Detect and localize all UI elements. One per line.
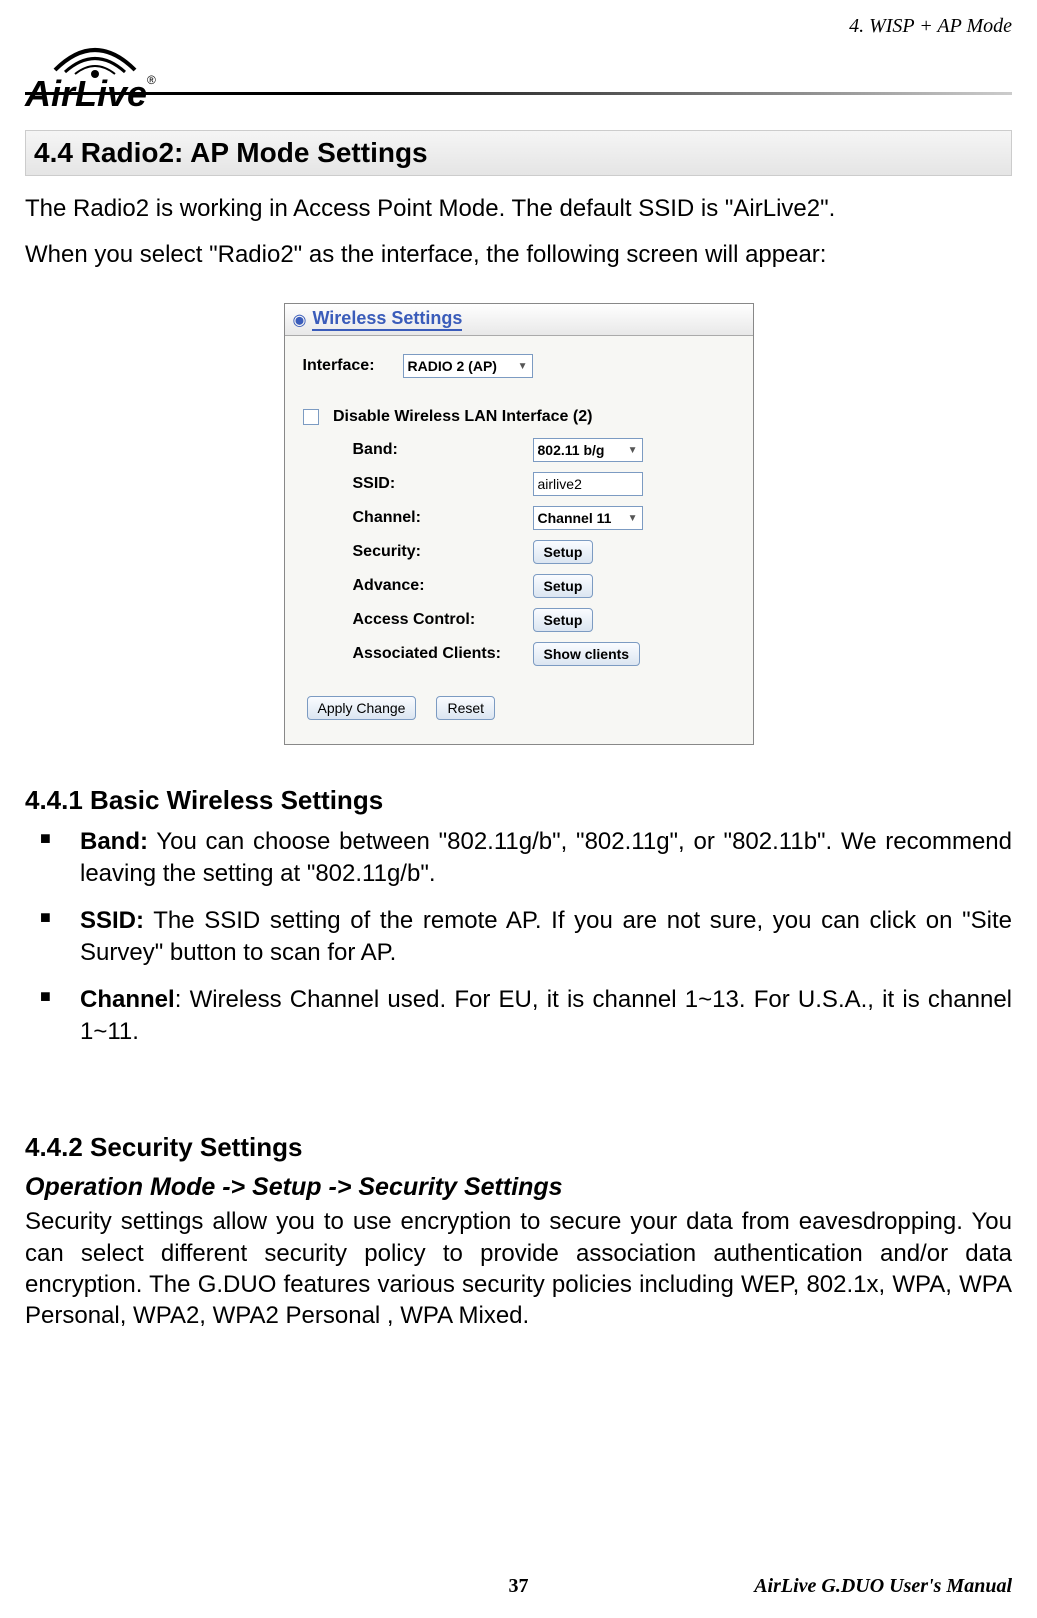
band-value: 802.11 b/g: [538, 442, 605, 458]
logo-reg: ®: [147, 73, 156, 87]
gear-icon: ◉: [293, 310, 307, 330]
security-breadcrumb: Operation Mode -> Setup -> Security Sett…: [25, 1173, 1012, 1202]
band-select[interactable]: 802.11 b/g ▼: [533, 438, 643, 462]
associated-clients-label: Associated Clients:: [303, 645, 533, 663]
chevron-down-icon: ▼: [628, 445, 638, 456]
intro-line-1: The Radio2 is working in Access Point Mo…: [25, 191, 1012, 227]
security-settings-heading: 4.4.2 Security Settings: [25, 1132, 1012, 1163]
bullet-band-text: You can choose between "802.11g/b", "802…: [80, 828, 1012, 887]
show-clients-button[interactable]: Show clients: [533, 642, 641, 666]
security-label: Security:: [303, 543, 533, 561]
section-title: 4.4 Radio2: AP Mode Settings: [25, 130, 1012, 176]
security-body: Security settings allow you to use encry…: [25, 1206, 1012, 1331]
apply-change-button[interactable]: Apply Change: [307, 696, 417, 720]
bullet-channel-label: Channel: [80, 986, 175, 1013]
channel-label: Channel:: [303, 509, 533, 527]
channel-select[interactable]: Channel 11 ▼: [533, 506, 643, 530]
bullet-band-label: Band:: [80, 828, 148, 855]
bullet-channel: Channel: Wireless Channel used. For EU, …: [80, 984, 1012, 1049]
panel-titlebar: ◉ Wireless Settings: [285, 304, 753, 336]
ssid-label: SSID:: [303, 475, 533, 493]
manual-title: AirLive G.DUO User's Manual: [754, 1575, 1012, 1598]
ssid-input[interactable]: [533, 472, 643, 496]
chevron-down-icon: ▼: [628, 513, 638, 524]
bullet-band: Band: You can choose between "802.11g/b"…: [80, 826, 1012, 891]
disable-checkbox[interactable]: [303, 409, 319, 425]
intro-line-2: When you select "Radio2" as the interfac…: [25, 237, 1012, 273]
bullet-channel-text: : Wireless Channel used. For EU, it is c…: [80, 986, 1012, 1045]
basic-settings-heading: 4.4.1 Basic Wireless Settings: [25, 785, 1012, 816]
bullet-ssid-text: The SSID setting of the remote AP. If yo…: [80, 907, 1012, 966]
header-divider: [25, 92, 1012, 95]
wireless-settings-panel: ◉ Wireless Settings Interface: RADIO 2 (…: [284, 303, 754, 745]
footer: 37 AirLive G.DUO User's Manual: [25, 1575, 1012, 1598]
channel-value: Channel 11: [538, 510, 612, 526]
chevron-down-icon: ▼: [518, 361, 528, 372]
security-setup-button[interactable]: Setup: [533, 540, 594, 564]
interface-select[interactable]: RADIO 2 (AP) ▼: [403, 354, 533, 378]
bullet-ssid-label: SSID:: [80, 907, 144, 934]
chapter-header: 4. WISP + AP Mode: [849, 15, 1012, 38]
reset-button[interactable]: Reset: [436, 696, 495, 720]
interface-value: RADIO 2 (AP): [408, 358, 497, 374]
interface-label: Interface:: [303, 357, 403, 375]
page-number: 37: [509, 1575, 529, 1598]
bullet-ssid: SSID: The SSID setting of the remote AP.…: [80, 905, 1012, 970]
access-control-label: Access Control:: [303, 611, 533, 629]
advance-setup-button[interactable]: Setup: [533, 574, 594, 598]
logo: AirLive®: [25, 10, 255, 115]
panel-title: Wireless Settings: [312, 308, 462, 331]
disable-label: Disable Wireless LAN Interface (2): [333, 408, 593, 425]
access-control-setup-button[interactable]: Setup: [533, 608, 594, 632]
advance-label: Advance:: [303, 577, 533, 595]
band-label: Band:: [303, 441, 533, 459]
